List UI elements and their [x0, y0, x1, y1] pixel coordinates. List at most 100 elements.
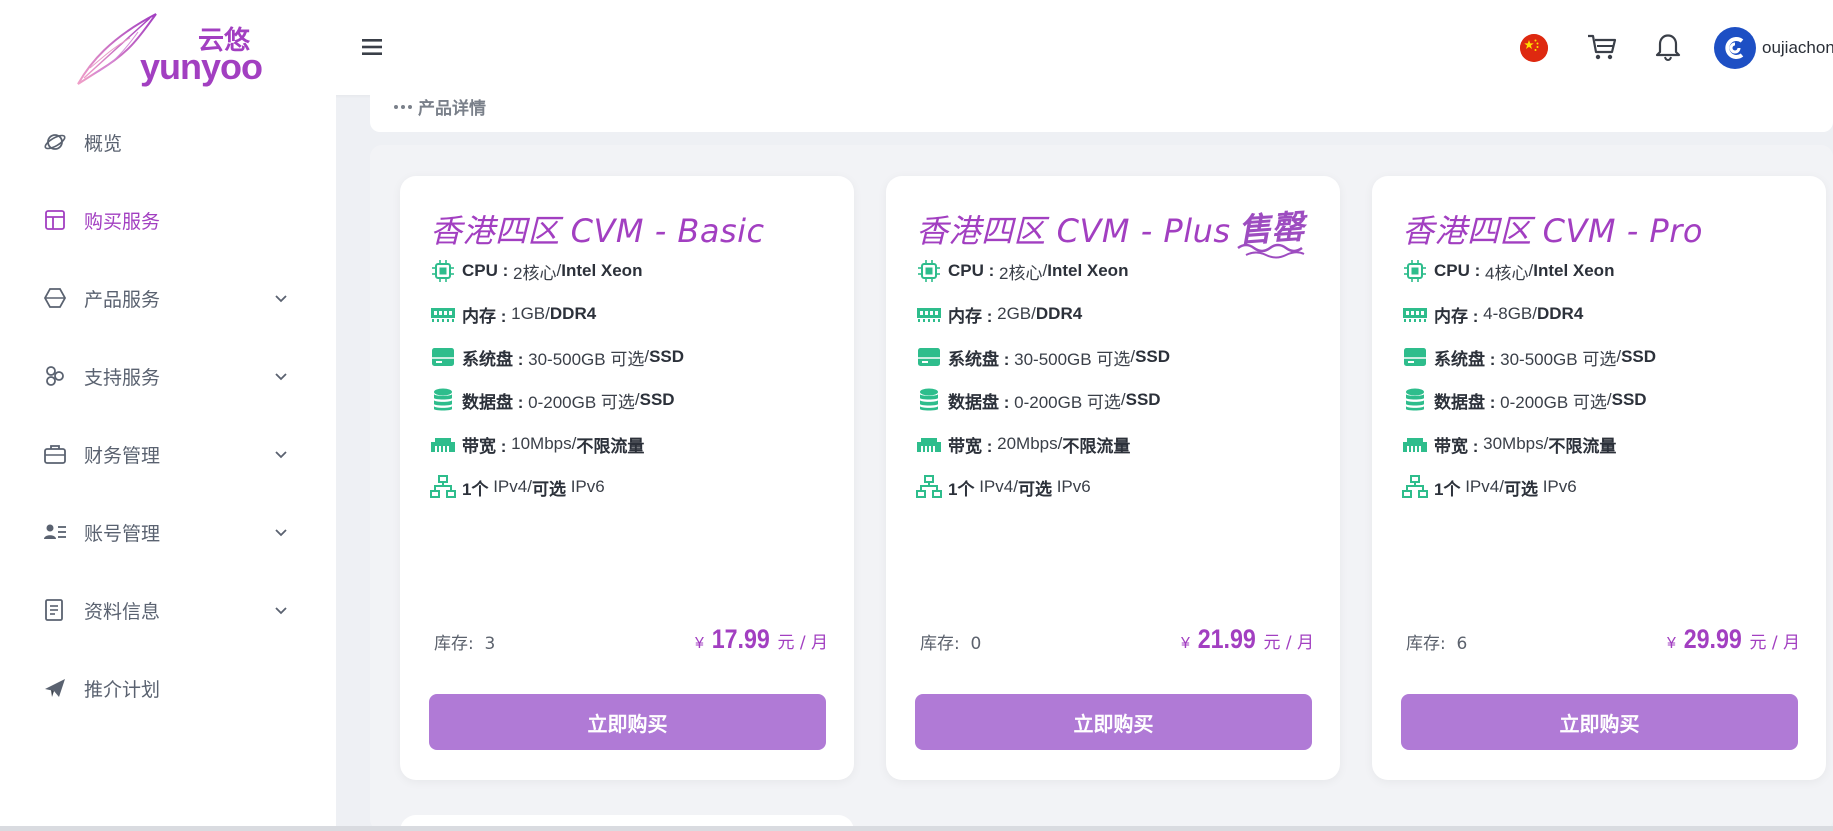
briefcase-icon	[42, 441, 68, 467]
notification-button[interactable]	[1653, 30, 1683, 62]
stock-count: 0	[970, 634, 982, 654]
ipv6-label: IPv6	[1056, 477, 1091, 496]
price: ¥ 29.99 元 / 月	[1667, 624, 1800, 655]
spec-system-disk: 系统盘 : 30-500GB 可选 / SSD	[430, 342, 684, 372]
database-icon	[1402, 388, 1428, 412]
planet-icon	[42, 129, 68, 155]
buy-now-button[interactable]: 立即购买	[1401, 694, 1798, 750]
product-card: 香港四区 CVM - Basic CPU : 2核心 / Intel Xeon …	[400, 176, 854, 780]
spec-value: 30-500GB 可选	[528, 349, 645, 369]
support-icon	[42, 363, 68, 389]
memory-icon	[430, 302, 456, 326]
spec-ram: 内存 : 4-8GB / DDR4	[1402, 299, 1583, 329]
stock-info: 库存: 0	[920, 629, 981, 654]
spec-label: CPU :	[948, 261, 995, 280]
hamburger-menu-button[interactable]	[355, 30, 389, 64]
spec-bandwidth: 带宽 : 30Mbps / 不限流量	[1402, 429, 1616, 459]
cart-button[interactable]	[1585, 32, 1619, 62]
spec-label: CPU :	[462, 261, 509, 280]
spec-detail: SSD	[1611, 390, 1647, 409]
spec-value: 10Mbps	[511, 434, 572, 453]
spec-label: 带宽 :	[1434, 436, 1479, 456]
ipv6-optional-label: 可选	[531, 479, 566, 499]
spec-detail: SSD	[639, 390, 675, 409]
spec-label: 内存 :	[1434, 306, 1479, 326]
sidebar-item-support-services[interactable]: 支持服务	[0, 351, 336, 401]
network-icon	[430, 475, 456, 499]
spec-detail: DDR4	[1537, 304, 1584, 323]
ipv4-label: IPv4	[979, 477, 1014, 496]
china-flag-icon	[1520, 34, 1548, 62]
spec-value: 0-200GB 可选	[528, 392, 635, 412]
spec-label: 内存 :	[462, 306, 507, 326]
yunyoo-logo[interactable]: 云悠 yunyoo	[70, 8, 270, 88]
sidebar-item-finance[interactable]: 财务管理	[0, 429, 336, 479]
ip-count: 1个	[948, 479, 975, 499]
price-unit: 元 / 月	[777, 633, 828, 653]
sold-out-underline-icon	[1237, 243, 1305, 259]
spec-detail: SSD	[1621, 347, 1657, 366]
product-title: 香港四区 CVM - Basic	[430, 212, 765, 250]
stock-count: 6	[1456, 634, 1468, 654]
buy-now-button[interactable]: 立即购买	[915, 694, 1312, 750]
sidebar-item-account[interactable]: 账号管理	[0, 507, 336, 557]
sidebar: 概览 购买服务 产品服务 支持服务 财务管理 账号管理 资料信息 推介计划	[0, 95, 336, 831]
chevron-down-icon	[275, 295, 287, 303]
sidebar-item-overview[interactable]: 概览	[0, 117, 336, 167]
sidebar-item-documents[interactable]: 资料信息	[0, 585, 336, 635]
chevron-down-icon	[275, 373, 287, 381]
product-title: 香港四区 CVM - Pro	[1402, 212, 1703, 250]
sidebar-item-label: 推介计划	[84, 678, 161, 701]
cpu-chip-icon	[430, 259, 456, 283]
sidebar-item-referral[interactable]: 推介计划	[0, 663, 336, 713]
ethernet-icon	[916, 432, 942, 456]
spec-ip: 1个 IPv4 / 可选 IPv6	[916, 472, 1091, 502]
price-unit: 元 / 月	[1749, 633, 1800, 653]
price-unit: 元 / 月	[1263, 633, 1314, 653]
sidebar-item-buy-service[interactable]: 购买服务	[0, 195, 336, 245]
ipv6-optional-label: 可选	[1503, 479, 1538, 499]
spec-data-disk: 数据盘 : 0-200GB 可选 / SSD	[916, 385, 1161, 415]
sidebar-item-product-services[interactable]: 产品服务	[0, 273, 336, 323]
spec-detail: Intel Xeon	[1533, 261, 1615, 280]
spec-label: 系统盘 :	[462, 349, 524, 369]
price: ¥ 21.99 元 / 月	[1181, 624, 1314, 655]
database-icon	[430, 388, 456, 412]
hard-drive-icon	[430, 345, 456, 369]
product-card: 香港四区 CVM - Pro CPU : 4核心 / Intel Xeon 内存…	[1372, 176, 1826, 780]
currency-symbol: ¥	[694, 635, 704, 652]
price-amount: 29.99	[1683, 624, 1742, 654]
network-icon	[1402, 475, 1428, 499]
memory-icon	[1402, 302, 1428, 326]
spec-value: 30-500GB 可选	[1500, 349, 1617, 369]
hard-drive-icon	[916, 345, 942, 369]
spec-detail: DDR4	[549, 304, 597, 323]
username-label[interactable]: oujiachon	[1762, 38, 1833, 58]
user-avatar[interactable]	[1714, 27, 1756, 69]
buy-now-button[interactable]: 立即购买	[429, 694, 826, 750]
spec-detail: SSD	[649, 347, 685, 366]
chevron-down-icon	[275, 451, 287, 459]
spec-detail: SSD	[1135, 347, 1171, 366]
spec-data-disk: 数据盘 : 0-200GB 可选 / SSD	[430, 385, 675, 415]
ipv6-optional-label: 可选	[1017, 479, 1052, 499]
spec-cpu: CPU : 2核心 / Intel Xeon	[916, 256, 1128, 286]
spec-detail: DDR4	[1035, 304, 1083, 323]
language-selector[interactable]	[1520, 34, 1548, 62]
spec-ip: 1个 IPv4 / 可选 IPv6	[430, 472, 605, 502]
spec-bandwidth: 带宽 : 10Mbps / 不限流量	[430, 429, 644, 459]
ethernet-icon	[1402, 432, 1428, 456]
stock-label: 库存:	[434, 634, 474, 654]
price-amount: 17.99	[711, 624, 770, 654]
spec-ip: 1个 IPv4 / 可选 IPv6	[1402, 472, 1577, 502]
spec-detail: 不限流量	[1062, 436, 1131, 456]
spec-bandwidth: 带宽 : 20Mbps / 不限流量	[916, 429, 1130, 459]
document-icon	[42, 597, 68, 623]
product-title: 香港四区 CVM - Plus	[916, 212, 1231, 250]
ipv4-label: IPv4	[1465, 477, 1500, 496]
spec-value: 30-500GB 可选	[1014, 349, 1131, 369]
ip-count: 1个	[462, 479, 489, 499]
spec-cpu: CPU : 4核心 / Intel Xeon	[1402, 256, 1614, 286]
more-dots-icon	[394, 104, 412, 109]
spec-system-disk: 系统盘 : 30-500GB 可选 / SSD	[916, 342, 1170, 372]
